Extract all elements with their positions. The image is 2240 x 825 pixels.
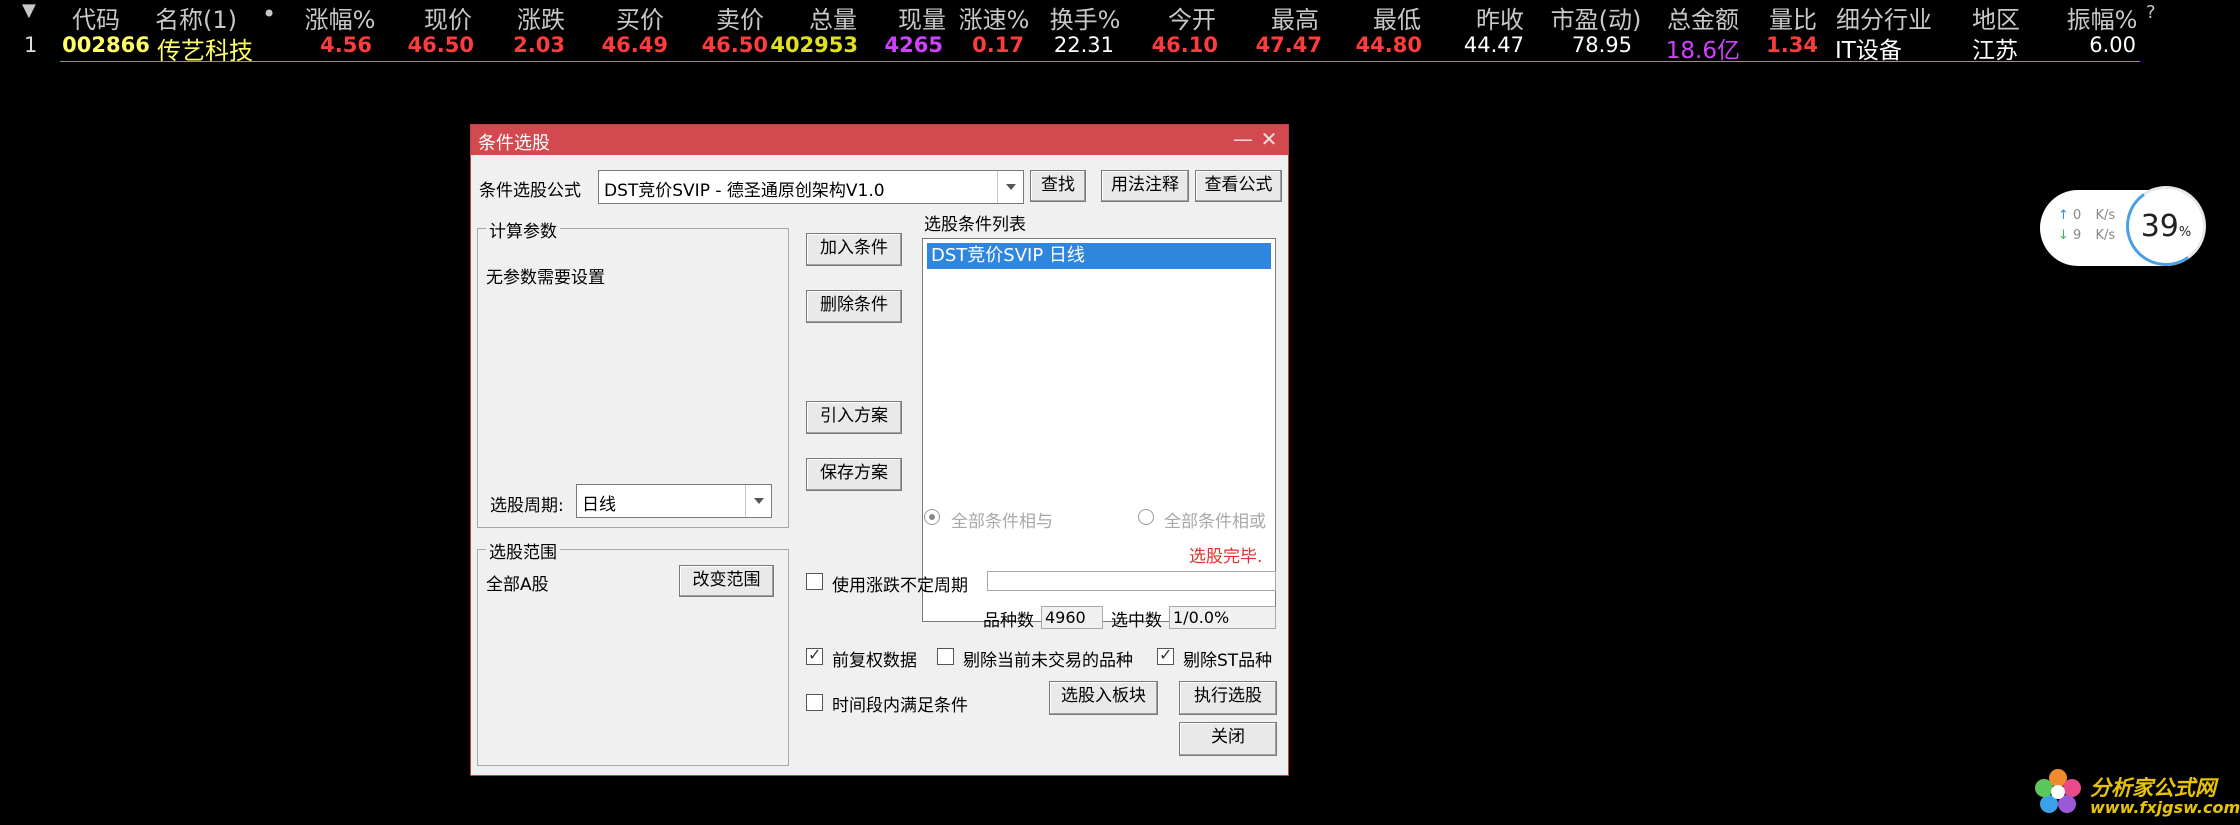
- period-select[interactable]: 日线: [576, 484, 772, 518]
- table-row[interactable]: 1 002866 传艺科技 4.56 46.50 2.03 46.49 46.5…: [0, 30, 2240, 65]
- use-period-label[interactable]: 使用涨跌不定周期: [832, 571, 968, 596]
- cell-prev-close: 44.47: [1463, 33, 1524, 57]
- memory-usage-value: 39: [2140, 209, 2179, 244]
- radio-and[interactable]: [924, 509, 940, 525]
- adjust-label[interactable]: 前复权数据: [832, 646, 917, 671]
- radio-and-label[interactable]: 全部条件相与: [951, 507, 1053, 532]
- cell-pe: 78.95: [1571, 33, 1632, 57]
- row-underline: [60, 61, 2140, 62]
- cell-current-vol: 4265: [884, 33, 943, 57]
- row-index: 1: [24, 33, 38, 57]
- radio-or-label[interactable]: 全部条件相或: [1164, 507, 1266, 532]
- save-scheme-button[interactable]: 保存方案: [806, 458, 902, 491]
- usage-notes-button[interactable]: 用法注释: [1101, 170, 1189, 202]
- adjust-checkbox[interactable]: [806, 645, 823, 665]
- watermark-url: www.fxjgsw.com: [2090, 798, 2240, 817]
- selected-label: 选中数: [1111, 611, 1162, 631]
- chevron-down-icon[interactable]: [745, 485, 771, 517]
- time-period-checkbox[interactable]: [806, 694, 823, 711]
- stock-grid-header: ▼ 代码 名称(1) • 涨幅% 现价 涨跌 买价 卖价 总量 现量 涨速% 换…: [0, 0, 2240, 34]
- network-speed-widget[interactable]: ↑ 0 K/s ↓ 9 K/s 39%: [2040, 186, 2206, 266]
- remove-untraded-label[interactable]: 剔除当前未交易的品种: [963, 646, 1133, 671]
- change-range-button[interactable]: 改变范围: [679, 565, 774, 597]
- remove-st-label[interactable]: 剔除ST品种: [1183, 646, 1272, 671]
- stock-screener-dialog: 条件选股 — ✕ 条件选股公式 DST竞价SVIP - 德圣通原创架构V1.0 …: [470, 124, 1289, 776]
- download-speed-unit: K/s: [2095, 228, 2116, 243]
- watermark: 分析家公式网 www.fxjgsw.com: [2030, 762, 2240, 822]
- remove-st-checkbox[interactable]: [1157, 645, 1174, 665]
- execute-button[interactable]: 执行选股: [1179, 681, 1277, 715]
- close-button[interactable]: 关闭: [1179, 722, 1277, 756]
- range-value: 全部A股: [486, 575, 549, 595]
- arrow-up-icon: ↑: [2058, 208, 2069, 223]
- find-button[interactable]: 查找: [1030, 170, 1086, 202]
- cell-amount: 18.6亿: [1665, 38, 1740, 64]
- use-period-input[interactable]: [987, 571, 1276, 591]
- formula-select[interactable]: DST竞价SVIP - 德圣通原创架构V1.0: [598, 170, 1024, 204]
- header-dot-icon: •: [262, 0, 277, 28]
- count-label: 品种数: [983, 611, 1034, 631]
- cell-region: 江苏: [1972, 38, 2018, 64]
- download-speed-value: 9: [2073, 228, 2082, 243]
- status-text: 选股完毕.: [1189, 547, 1263, 567]
- sort-arrow-icon[interactable]: ▼: [22, 0, 36, 21]
- cell-bid: 46.49: [601, 33, 668, 57]
- memory-usage-percent: 39%: [2129, 209, 2203, 244]
- cell-turnover: 22.31: [1053, 33, 1114, 57]
- formula-label: 条件选股公式: [479, 181, 581, 201]
- close-icon[interactable]: ✕: [1257, 127, 1281, 151]
- use-period-checkbox[interactable]: [806, 573, 823, 590]
- cell-vol-ratio: 1.34: [1766, 33, 1818, 57]
- cell-amplitude: 6.00: [2089, 33, 2136, 57]
- selected-value: 1/0.0%: [1169, 606, 1276, 629]
- cell-ask: 46.50: [701, 33, 768, 57]
- chevron-down-icon[interactable]: [997, 171, 1023, 203]
- cell-speed: 0.17: [972, 33, 1024, 57]
- dialog-title: 条件选股: [478, 133, 550, 154]
- period-label: 选股周期:: [490, 496, 564, 516]
- import-scheme-button[interactable]: 引入方案: [806, 401, 902, 434]
- upload-speed-unit: K/s: [2095, 208, 2116, 223]
- flower-logo-icon: [2035, 769, 2081, 813]
- condition-list-label: 选股条件列表: [924, 215, 1026, 235]
- range-group-legend: 选股范围: [486, 538, 560, 563]
- help-icon[interactable]: ?: [2146, 2, 2156, 23]
- time-period-label[interactable]: 时间段内满足条件: [832, 691, 968, 716]
- percent-sign: %: [2178, 225, 2192, 240]
- cell-change: 2.03: [513, 33, 565, 57]
- cell-open: 46.10: [1151, 33, 1218, 57]
- formula-select-value: DST竞价SVIP - 德圣通原创架构V1.0: [604, 181, 885, 201]
- count-value: 4960: [1041, 606, 1103, 629]
- download-speed: ↓ 9 K/s: [2058, 228, 2115, 243]
- arrow-down-icon: ↓: [2058, 228, 2069, 243]
- to-block-button[interactable]: 选股入板块: [1049, 681, 1158, 715]
- params-group: 计算参数 无参数需要设置 选股周期: 日线: [477, 217, 789, 528]
- upload-speed-value: 0: [2073, 208, 2082, 223]
- dialog-title-bar[interactable]: 条件选股 — ✕: [471, 125, 1288, 155]
- cell-low: 44.80: [1355, 33, 1422, 57]
- minimize-button[interactable]: —: [1231, 127, 1255, 151]
- cell-high: 47.47: [1255, 33, 1322, 57]
- view-formula-button[interactable]: 查看公式: [1195, 170, 1282, 202]
- params-text: 无参数需要设置: [486, 268, 605, 288]
- cell-price: 46.50: [407, 33, 474, 57]
- memory-usage-ring[interactable]: 39%: [2126, 186, 2206, 266]
- add-condition-button[interactable]: 加入条件: [806, 233, 902, 266]
- upload-speed: ↑ 0 K/s: [2058, 208, 2115, 223]
- range-group: 选股范围 全部A股 改变范围: [477, 538, 789, 766]
- delete-condition-button[interactable]: 删除条件: [806, 290, 902, 323]
- cell-change-pct: 4.56: [320, 33, 372, 57]
- period-select-value: 日线: [582, 495, 616, 515]
- radio-or[interactable]: [1138, 509, 1154, 525]
- cell-industry: IT设备: [1835, 38, 1902, 64]
- cell-code: 002866: [62, 33, 150, 57]
- cell-volume: 402953: [770, 33, 858, 57]
- params-group-legend: 计算参数: [486, 217, 560, 242]
- remove-untraded-checkbox[interactable]: [937, 648, 954, 665]
